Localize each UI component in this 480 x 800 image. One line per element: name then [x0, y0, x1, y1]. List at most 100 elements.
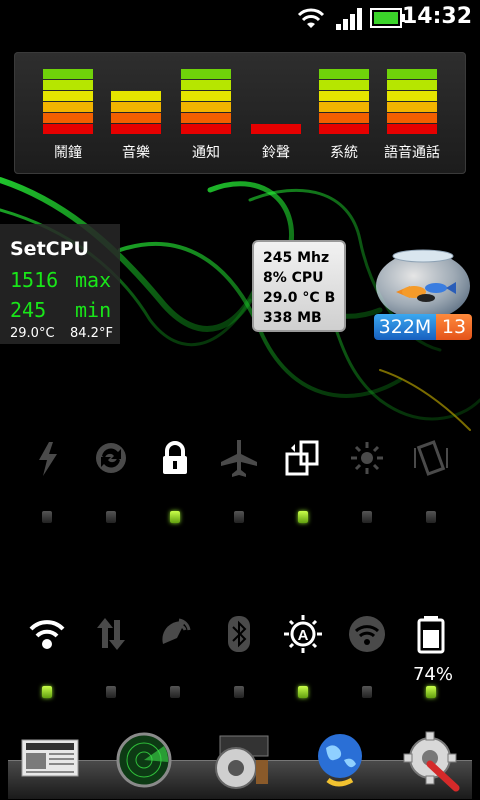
toggle-indicator-led [106, 686, 116, 698]
setcpu-max-row: 1516 max [10, 268, 111, 292]
auto-rotate-icon [285, 440, 319, 476]
memory-badge: 322M 13 [374, 314, 472, 340]
volume-channel[interactable]: 通知 [181, 68, 231, 168]
volume-channel[interactable]: 系統 [319, 68, 369, 168]
fishbowl-icon [376, 249, 470, 320]
volume-bar-segment [251, 113, 301, 123]
volume-bar-segment [181, 80, 231, 90]
setcpu-temp-f: 84.2°F [70, 326, 113, 341]
volume-bar-segment [43, 80, 93, 90]
airplane-mode-icon [221, 440, 257, 477]
airplane-mode-toggle[interactable] [211, 438, 267, 498]
lock-icon [163, 441, 187, 474]
setcpu-max-label: max [75, 268, 112, 292]
toggle-indicator-led [298, 511, 308, 523]
gps-icon [162, 618, 191, 644]
vibrate-toggle[interactable] [403, 438, 459, 498]
volume-level-bars [387, 68, 437, 134]
memory-free: 322M [374, 314, 436, 340]
toggle-indicator-led [362, 686, 372, 698]
volume-widget[interactable]: 鬧鐘音樂 通知 鈴聲 系統 語音通話 [14, 52, 466, 174]
wifi-toggle-toggle[interactable] [19, 614, 75, 674]
setcpu-temps: 29.0°C 84.2°F [10, 326, 113, 341]
wifi-icon [297, 8, 325, 28]
volume-channel-label: 音樂 [122, 145, 150, 161]
memory-count: 13 [436, 314, 472, 340]
volume-bar-segment [43, 91, 93, 101]
news-app-icon[interactable] [18, 730, 82, 794]
clock: 14:32 [401, 4, 472, 29]
battery-percent: 74% [412, 664, 453, 685]
volume-bar-segment [319, 124, 369, 134]
sync-toggle[interactable] [83, 438, 139, 498]
volume-bar-segment [111, 113, 161, 123]
volume-channel[interactable]: 鬧鐘 [43, 68, 93, 168]
volume-channel[interactable]: 音樂 [111, 68, 161, 168]
volume-bar-segment [387, 80, 437, 90]
setcpu-title: SetCPU [10, 238, 89, 260]
volume-bar-segment [111, 102, 161, 112]
volume-level-bars [251, 68, 301, 134]
cpu-temp: 29.0 °C B [263, 290, 336, 306]
cpu-info-widget[interactable]: 245 Mhz 8% CPU 29.0 °C B 338 MB [252, 240, 346, 332]
wifi-hotspot-toggle[interactable] [339, 614, 395, 674]
bluetooth-toggle[interactable] [211, 614, 267, 674]
svg-text:A: A [298, 627, 309, 644]
volume-bar-segment [111, 69, 161, 79]
volume-bar-segment [319, 113, 369, 123]
volume-level-bars [111, 68, 161, 134]
volume-channel[interactable]: 語音通話 [384, 68, 440, 168]
memory-cleaner-widget[interactable]: 322M 13 [374, 246, 472, 342]
signal-icon [336, 8, 362, 30]
cpu-usage: 8% CPU [263, 270, 324, 286]
flashlight-toggle[interactable] [19, 438, 75, 498]
setcpu-widget[interactable]: SetCPU 1516 max 245 min 29.0°C 84.2°F [0, 224, 120, 344]
setcpu-temp-c: 29.0°C [10, 326, 55, 341]
volume-channel[interactable]: 鈴聲 [251, 68, 301, 168]
battery-toggle-icon [417, 616, 445, 654]
volume-channel-label: 通知 [192, 145, 220, 161]
toggle-indicator-led [234, 686, 244, 698]
toggle-indicator-led [362, 511, 372, 523]
volume-bar-segment [319, 69, 369, 79]
volume-bar-segment [319, 80, 369, 90]
volume-bar-segment [387, 124, 437, 134]
radar-app-icon[interactable] [112, 730, 176, 794]
settings-app-icon[interactable] [400, 730, 464, 794]
auto-rotate-toggle[interactable] [275, 438, 331, 498]
volume-level-bars [181, 68, 231, 134]
volume-bar-segment [43, 124, 93, 134]
toggle-indicator-led [426, 686, 436, 698]
setcpu-min-value: 245 [10, 298, 47, 322]
volume-bar-segment [387, 113, 437, 123]
browser-app-icon[interactable] [308, 730, 372, 794]
mobile-data-toggle[interactable] [83, 614, 139, 674]
volume-bar-segment [111, 124, 161, 134]
volume-bar-segment [181, 91, 231, 101]
toggle-indicator-led [42, 511, 52, 523]
wifi-toggle-icon [29, 620, 65, 649]
lock-toggle[interactable] [147, 438, 203, 498]
gps-toggle[interactable] [147, 614, 203, 674]
brightness-toggle[interactable] [339, 438, 395, 498]
volume-bar-segment [111, 91, 161, 101]
volume-bar-segment [181, 124, 231, 134]
battery-icon [370, 8, 405, 28]
brightness-icon [351, 442, 383, 474]
media-app-icon[interactable] [210, 730, 274, 794]
volume-bar-segment [43, 69, 93, 79]
auto-brightness-icon: A [284, 615, 322, 653]
cpu-memory: 338 MB [263, 310, 322, 326]
status-bar: 14:32 [0, 0, 480, 38]
toggle-indicator-led [106, 511, 116, 523]
volume-bar-segment [251, 91, 301, 101]
toggle-indicator-led [170, 686, 180, 698]
volume-bar-segment [251, 102, 301, 112]
volume-channel-label: 語音通話 [384, 145, 440, 161]
volume-level-bars [43, 68, 93, 134]
toggle-indicator-led [42, 686, 52, 698]
auto-brightness-toggle[interactable]: A [275, 614, 331, 674]
volume-bar-segment [319, 102, 369, 112]
cpu-freq: 245 Mhz [263, 250, 330, 266]
toggle-indicator-led [426, 511, 436, 523]
